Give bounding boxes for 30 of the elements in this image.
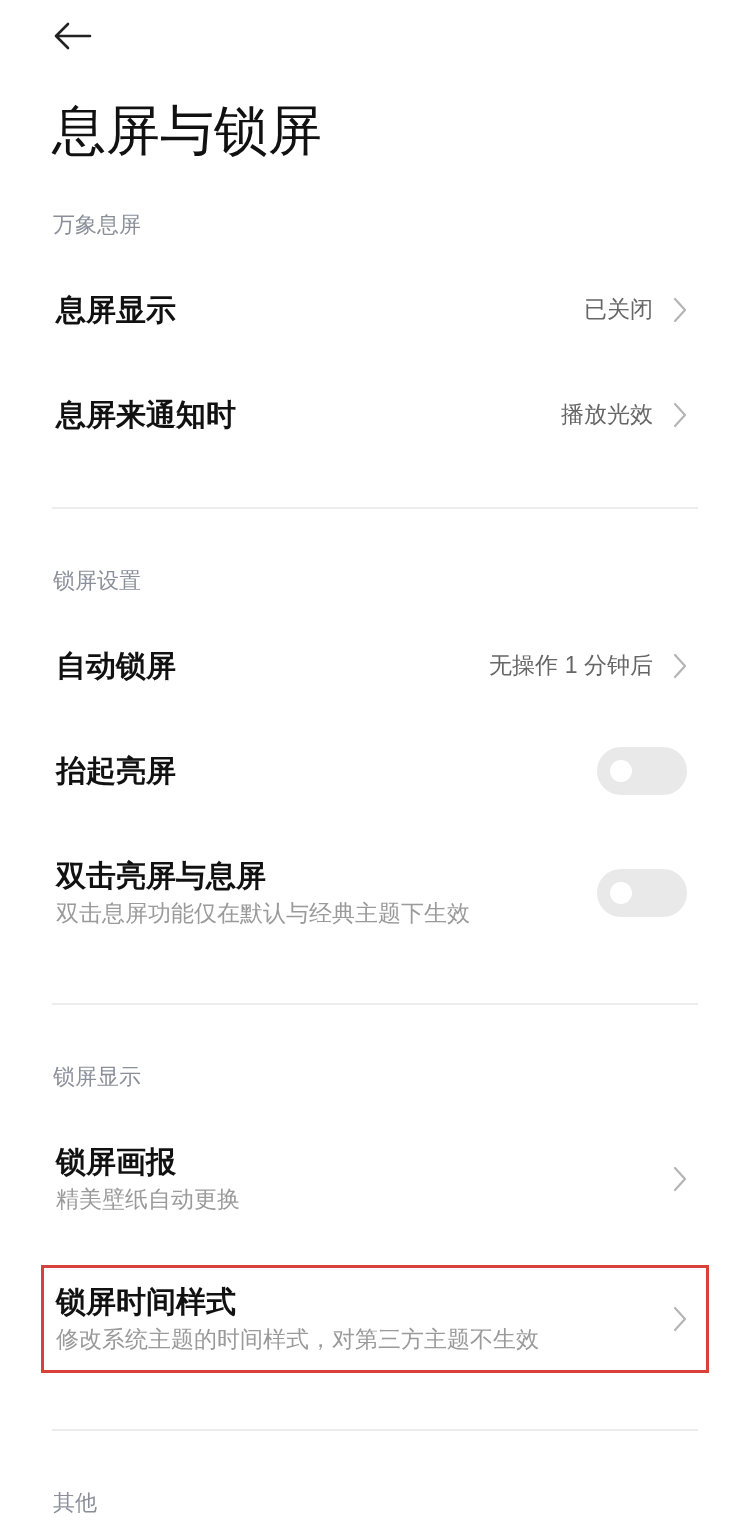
- section-header: 万象息屏: [53, 212, 141, 237]
- row-value: 无操作 1 分钟后: [489, 651, 653, 681]
- chevron-icon: [673, 652, 687, 679]
- settings-row[interactable]: 息屏显示 已关闭: [41, 257, 709, 362]
- section-header: 锁屏显示: [53, 1064, 141, 1089]
- section-header: 锁屏设置: [53, 568, 141, 593]
- chevron-icon: [673, 1306, 687, 1332]
- row-description: 精美壁纸自动更换: [56, 1185, 241, 1214]
- settings-row[interactable]: 双击亮屏与息屏 双击息屏功能仅在默认与经典主题下生效: [41, 839, 709, 947]
- chevron-icon: [673, 1166, 687, 1192]
- row-title: 锁屏时间样式: [56, 1284, 237, 1320]
- page-title: 息屏与锁屏: [52, 100, 322, 160]
- chevron-icon: [673, 296, 687, 323]
- row-value: 已关闭: [584, 295, 653, 325]
- row-title: 锁屏画报: [56, 1144, 177, 1180]
- settings-row[interactable]: 锁屏画报 精美壁纸自动更换: [41, 1125, 709, 1233]
- row-value: 播放光效: [561, 400, 653, 430]
- row-title: 抬起亮屏: [56, 752, 177, 789]
- settings-row[interactable]: 息屏来通知时 播放光效: [41, 362, 709, 467]
- row-title: 自动锁屏: [56, 647, 177, 684]
- row-title: 双击亮屏与息屏: [56, 858, 267, 894]
- settings-row[interactable]: 自动锁屏 无操作 1 分钟后: [41, 613, 709, 718]
- section-header: 其他: [53, 1490, 97, 1515]
- row-description: 修改系统主题的时间样式，对第三方主题不生效: [56, 1325, 540, 1354]
- row-description: 双击息屏功能仅在默认与经典主题下生效: [56, 899, 471, 928]
- settings-row[interactable]: 锁屏时间样式 修改系统主题的时间样式，对第三方主题不生效: [41, 1265, 709, 1373]
- chevron-icon: [673, 401, 687, 428]
- row-title: 息屏显示: [56, 291, 177, 328]
- row-title: 息屏来通知时: [56, 396, 237, 433]
- settings-row[interactable]: 抬起亮屏: [41, 718, 709, 823]
